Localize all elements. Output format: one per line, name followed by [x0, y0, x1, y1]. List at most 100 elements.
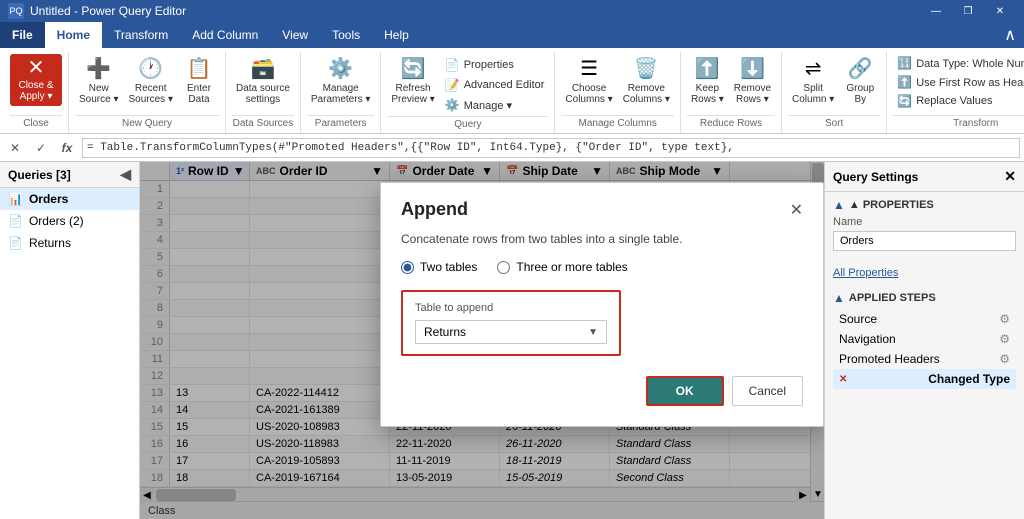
qs-close-btn[interactable]: ✕ [1004, 168, 1016, 185]
split-column-btn[interactable]: ⇌ SplitColumn ▾ [788, 54, 838, 107]
manage-parameters-btn[interactable]: ⚙️ ManageParameters ▾ [307, 54, 374, 107]
replace-icon: 🔄 [897, 94, 912, 108]
parameters-items: ⚙️ ManageParameters ▾ [307, 54, 374, 113]
close-group-label: Close [10, 115, 62, 131]
advanced-editor-icon: 📝 [445, 78, 460, 92]
qs-header: Query Settings ✕ [825, 162, 1024, 192]
maximize-btn[interactable]: ❐ [952, 0, 984, 22]
two-tables-radio[interactable] [401, 261, 414, 274]
properties-btn[interactable]: 📄 Properties [441, 56, 549, 74]
three-tables-radio-label[interactable]: Three or more tables [497, 260, 627, 274]
tab-add-column[interactable]: Add Column [180, 22, 270, 48]
all-properties-link[interactable]: All Properties [833, 267, 898, 279]
two-tables-label: Two tables [420, 260, 477, 274]
new-source-icon: ➕ [86, 56, 111, 81]
dropdown-arrow-icon: ▼ [588, 327, 598, 338]
new-query-items: ➕ NewSource ▾ 🕐 RecentSources ▾ 📋 EnterD… [75, 54, 219, 113]
modal-title: Append [401, 199, 468, 220]
query-settings-panel: Query Settings ✕ ▲ ▲ PROPERTIES Name All… [824, 162, 1024, 519]
sidebar-item-orders2[interactable]: 📄 Orders (2) [0, 210, 139, 232]
ribbon-group-sort: ⇌ SplitColumn ▾ 🔗 GroupBy Sort [782, 52, 887, 133]
modal-header: Append ✕ [381, 183, 823, 228]
new-source-btn[interactable]: ➕ NewSource ▾ [75, 54, 122, 107]
formula-bar: ✕ ✓ fx [0, 134, 1024, 162]
query-small-btns: 📄 Properties 📝 Advanced Editor ⚙️ Manage… [441, 54, 549, 114]
sidebar-title: Queries [3] [8, 168, 71, 182]
qs-properties-title: ▲ ▲ PROPERTIES [833, 198, 1016, 212]
close-apply-btn[interactable]: ✕ Close &Apply ▾ [10, 54, 62, 106]
manage-params-icon: ⚙️ [328, 56, 353, 81]
choose-columns-btn[interactable]: ☰ ChooseColumns ▾ [561, 54, 616, 107]
data-sources-items: 🗃️ Data sourcesettings [232, 54, 294, 113]
data-type-icon: 🔢 [897, 56, 912, 70]
formula-fx-btn[interactable]: fx [56, 137, 78, 159]
data-type-btn[interactable]: 🔢 Data Type: Whole Number ▾ [893, 54, 1024, 72]
tab-file[interactable]: File [0, 22, 45, 48]
orders2-label: Orders (2) [29, 214, 84, 228]
step-navigation-label: Navigation [839, 332, 896, 346]
reduce-rows-label: Reduce Rows [687, 115, 775, 131]
three-tables-radio[interactable] [497, 261, 510, 274]
step-source-gear-icon[interactable]: ⚙ [999, 312, 1010, 326]
formula-input[interactable] [82, 138, 1020, 158]
keep-rows-icon: ⬆️ [695, 56, 720, 81]
modal-close-btn[interactable]: ✕ [790, 200, 803, 220]
tab-view[interactable]: View [270, 22, 320, 48]
table-to-append-box: Table to append Returns ▼ [401, 290, 621, 356]
formula-reject-btn[interactable]: ✕ [4, 137, 26, 159]
sidebar: Queries [3] ◀ 📊 Orders 📄 Orders (2) 📄 Re… [0, 162, 140, 519]
close-btn[interactable]: ✕ [984, 0, 1016, 22]
use-first-row-btn[interactable]: ⬆️ Use First Row as Headers ▾ [893, 73, 1024, 91]
title-bar: PQ Untitled - Power Query Editor — ❐ ✕ [0, 0, 1024, 22]
enter-data-btn[interactable]: 📋 EnterData [179, 54, 219, 107]
table-to-append-dropdown[interactable]: Returns ▼ [415, 320, 607, 344]
two-tables-radio-label[interactable]: Two tables [401, 260, 477, 274]
query-items: 🔄 RefreshPreview ▾ 📄 Properties 📝 Advanc… [387, 54, 548, 114]
split-icon: ⇌ [805, 56, 822, 81]
table-to-append-value: Returns [424, 325, 466, 339]
qs-name-input[interactable] [833, 231, 1016, 251]
step-navigation-gear-icon[interactable]: ⚙ [999, 332, 1010, 346]
ok-button[interactable]: OK [646, 376, 724, 406]
table-to-append-label: Table to append [415, 302, 607, 314]
properties-collapse-icon: ▲ [833, 198, 845, 212]
remove-rows-btn[interactable]: ⬇️ RemoveRows ▾ [730, 54, 775, 107]
recent-sources-btn[interactable]: 🕐 RecentSources ▾ [124, 54, 176, 107]
qs-title: Query Settings [833, 170, 918, 184]
cancel-button[interactable]: Cancel [732, 376, 803, 406]
sidebar-item-returns[interactable]: 📄 Returns [0, 232, 139, 254]
step-changed-type-label: Changed Type [928, 372, 1010, 386]
returns-icon: 📄 [8, 236, 23, 250]
manage-cols-label: Manage Columns [561, 115, 674, 131]
advanced-editor-btn[interactable]: 📝 Advanced Editor [441, 76, 549, 94]
group-by-btn[interactable]: 🔗 GroupBy [840, 54, 880, 107]
replace-values-btn[interactable]: 🔄 Replace Values [893, 92, 996, 110]
step-navigation[interactable]: Navigation ⚙ [833, 329, 1016, 349]
sidebar-item-orders[interactable]: 📊 Orders [0, 188, 139, 210]
tab-home[interactable]: Home [45, 22, 102, 48]
ribbon-group-query: 🔄 RefreshPreview ▾ 📄 Properties 📝 Advanc… [381, 52, 555, 133]
title-bar-controls[interactable]: — ❐ ✕ [920, 0, 1016, 22]
step-promoted-headers-gear-icon[interactable]: ⚙ [999, 352, 1010, 366]
tab-tools[interactable]: Tools [320, 22, 372, 48]
sidebar-collapse-btn[interactable]: ◀ [120, 166, 131, 183]
step-source[interactable]: Source ⚙ [833, 309, 1016, 329]
formula-accept-btn[interactable]: ✓ [30, 137, 52, 159]
refresh-preview-btn[interactable]: 🔄 RefreshPreview ▾ [387, 54, 438, 107]
keep-rows-btn[interactable]: ⬆️ KeepRows ▾ [687, 54, 728, 107]
ribbon-collapse-btn[interactable]: ∧ [996, 22, 1024, 48]
step-changed-type[interactable]: ✕ Changed Type [833, 369, 1016, 389]
new-query-label: New Query [75, 115, 219, 131]
step-promoted-headers[interactable]: Promoted Headers ⚙ [833, 349, 1016, 369]
step-promoted-headers-label: Promoted Headers [839, 352, 940, 366]
orders-label: Orders [29, 192, 68, 206]
tab-help[interactable]: Help [372, 22, 421, 48]
ribbon-group-close-items: ✕ Close &Apply ▾ [10, 54, 62, 113]
manage-btn[interactable]: ⚙️ Manage ▾ [441, 96, 549, 114]
qs-name-label: Name [833, 216, 1016, 228]
remove-columns-btn[interactable]: 🗑️ RemoveColumns ▾ [619, 54, 674, 107]
minimize-btn[interactable]: — [920, 0, 952, 22]
qs-applied-steps-title: ▲ APPLIED STEPS [833, 291, 1016, 305]
data-source-settings-btn[interactable]: 🗃️ Data sourcesettings [232, 54, 294, 107]
tab-transform[interactable]: Transform [102, 22, 180, 48]
